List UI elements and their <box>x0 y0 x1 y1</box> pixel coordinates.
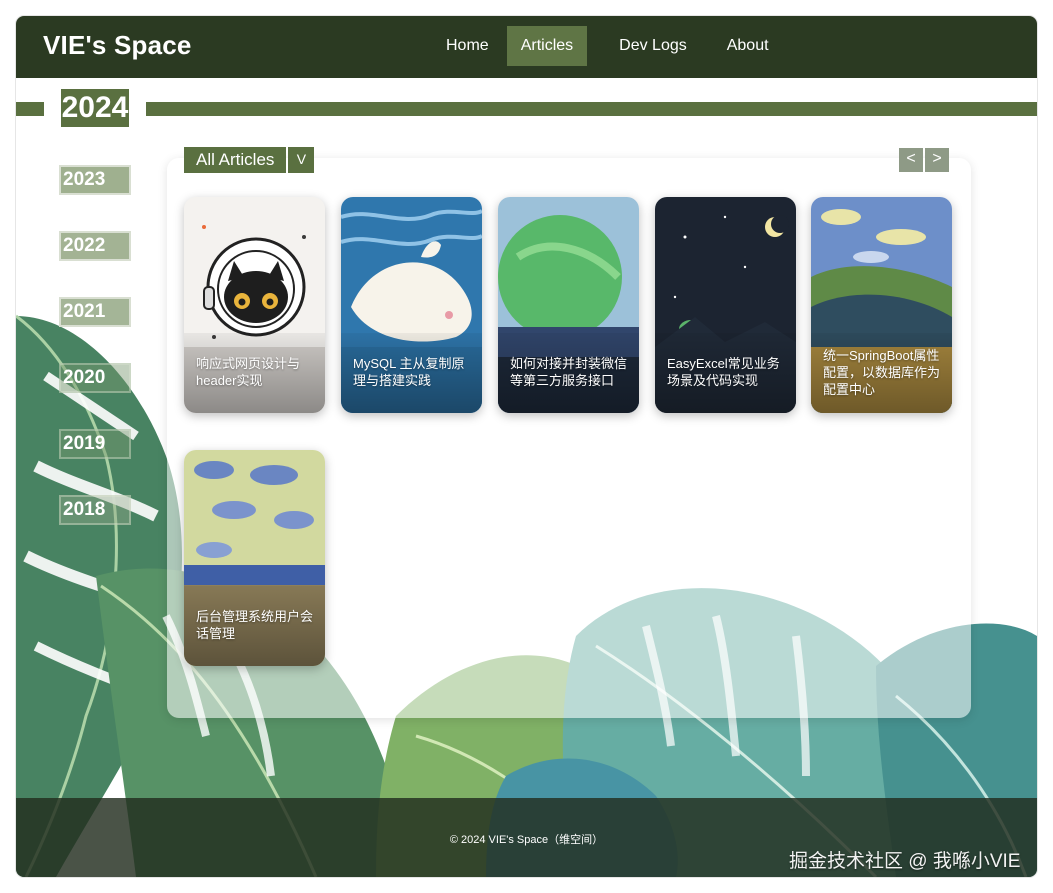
nav-dev-logs[interactable]: Dev Logs <box>605 26 701 66</box>
next-page-button[interactable]: > <box>925 148 949 172</box>
nav-home[interactable]: Home <box>432 26 503 66</box>
article-card[interactable]: 后台管理系统用户会话管理 <box>184 450 325 666</box>
year-2019[interactable]: 2019 <box>59 429 131 459</box>
article-title: MySQL 主从复制原理与搭建实践 <box>353 356 465 388</box>
article-card[interactable]: 如何对接并封装微信等第三方服务接口 <box>498 197 639 413</box>
nav-articles[interactable]: Articles <box>506 26 588 66</box>
article-card[interactable]: 响应式网页设计与header实现 <box>184 197 325 413</box>
article-title: 后台管理系统用户会话管理 <box>196 609 314 641</box>
category-filter[interactable]: All Articles V <box>184 147 315 173</box>
site-brand[interactable]: VIE's Space <box>43 30 192 61</box>
article-title: 统一SpringBoot属性配置，以数据库作为配置中心 <box>823 348 941 397</box>
year-2021[interactable]: 2021 <box>59 297 131 327</box>
year-2020[interactable]: 2020 <box>59 363 131 393</box>
article-card[interactable]: EasyExcel常见业务场景及代码实现 <box>655 197 796 413</box>
site-footer: © 2024 VIE's Space（维空间） 掘金技术社区 @ 我喺小VIE <box>16 798 1037 877</box>
article-card[interactable]: MySQL 主从复制原理与搭建实践 <box>341 197 482 413</box>
year-2018[interactable]: 2018 <box>59 495 131 525</box>
year-2023[interactable]: 2023 <box>59 165 131 195</box>
article-title: 如何对接并封装微信等第三方服务接口 <box>510 356 628 388</box>
year-2022[interactable]: 2022 <box>59 231 131 261</box>
app-frame: VIE's Space Home Articles Dev Logs About… <box>16 16 1037 877</box>
filter-label[interactable]: All Articles <box>184 147 287 173</box>
article-title: 响应式网页设计与header实现 <box>196 356 301 388</box>
current-year[interactable]: 2024 <box>59 87 131 129</box>
article-card[interactable]: 统一SpringBoot属性配置，以数据库作为配置中心 <box>811 197 952 413</box>
chevron-down-icon[interactable]: V <box>288 147 315 173</box>
main-nav: Home Articles Dev Logs About <box>432 26 787 66</box>
prev-page-button[interactable]: < <box>899 148 923 172</box>
watermark-text: 掘金技术社区 @ 我喺小VIE <box>789 851 1021 872</box>
top-navbar: VIE's Space Home Articles Dev Logs About <box>16 16 1037 78</box>
year-list: 2023 2022 2021 2020 2019 2018 <box>59 165 131 561</box>
nav-about[interactable]: About <box>713 26 783 66</box>
pager: < > <box>899 148 949 172</box>
timeline-line <box>16 102 1037 116</box>
copyright-text: © 2024 VIE's Space（维空间） <box>449 834 604 846</box>
article-title: EasyExcel常见业务场景及代码实现 <box>667 356 780 388</box>
